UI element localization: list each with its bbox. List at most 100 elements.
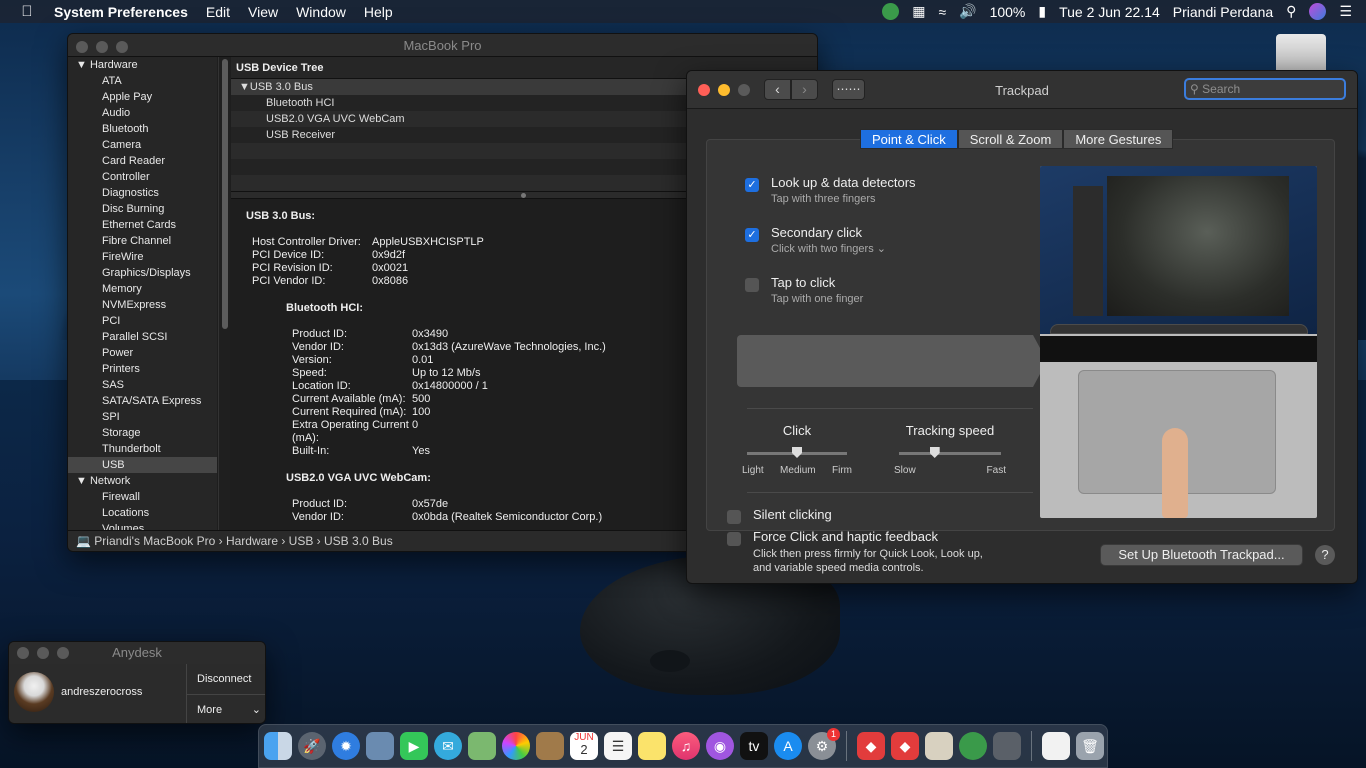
siri-icon[interactable] <box>1309 3 1327 20</box>
sidebar-item[interactable]: FireWire <box>68 249 217 265</box>
anydesk-icon[interactable]: ◆ <box>857 732 885 760</box>
sidebar-item[interactable]: Firewall <box>68 489 217 505</box>
user-name[interactable]: Priandi Perdana <box>1173 4 1273 20</box>
clock[interactable]: Tue 2 Jun 22.14 <box>1059 4 1160 20</box>
photos-icon[interactable] <box>502 732 530 760</box>
sidebar-item[interactable]: Memory <box>68 281 217 297</box>
launchpad-icon[interactable]: 🚀 <box>298 732 326 760</box>
notes-icon[interactable] <box>638 732 666 760</box>
option-subtitle-dropdown[interactable]: Click with two fingers ⌄ <box>771 241 886 257</box>
facetime-icon[interactable]: ▶ <box>400 732 428 760</box>
messages-icon[interactable]: ✉ <box>434 732 462 760</box>
menu-app-name[interactable]: System Preferences <box>54 4 197 20</box>
search-input[interactable]: ⚲ Search <box>1184 78 1346 100</box>
sidebar-item[interactable]: PCI <box>68 313 217 329</box>
option-tap-to-click[interactable]: Tap to click Tap with one finger <box>745 275 863 307</box>
click-slider[interactable]: Click Light Medium Firm <box>742 423 852 476</box>
sidebar-item[interactable]: Storage <box>68 425 217 441</box>
apple-icon[interactable]:  <box>0 3 54 20</box>
more-button[interactable]: More ⌄ <box>186 694 265 723</box>
podcasts-icon[interactable]: ◉ <box>706 732 734 760</box>
option-lookup[interactable]: ✓ Look up & data detectors Tap with three… <box>745 175 916 207</box>
minimize-button[interactable] <box>37 647 49 659</box>
sidebar-item[interactable]: USB <box>68 457 217 473</box>
sidebar-item[interactable]: Audio <box>68 105 217 121</box>
contacts-icon[interactable] <box>536 732 564 760</box>
battery-label[interactable]: 100% <box>990 4 1026 20</box>
sidebar-item[interactable]: NVMExpress <box>68 297 217 313</box>
sidebar-item[interactable]: Thunderbolt <box>68 441 217 457</box>
tab-scroll-zoom[interactable]: Scroll & Zoom <box>957 129 1064 149</box>
disclosure-triangle-icon[interactable]: ▼ <box>76 59 90 71</box>
lookup-checkbox[interactable]: ✓ <box>745 178 759 192</box>
tracking-speed-knob[interactable] <box>929 447 940 458</box>
secondary-click-checkbox[interactable]: ✓ <box>745 228 759 242</box>
disclosure-triangle-icon[interactable]: ▼ <box>76 475 90 487</box>
system-preferences-icon[interactable]: ⚙ 1 <box>808 728 840 760</box>
globe-app-icon[interactable] <box>959 732 987 760</box>
sidebar-item[interactable]: Disc Burning <box>68 201 217 217</box>
close-button[interactable] <box>76 41 88 53</box>
sidebar-item[interactable]: Printers <box>68 361 217 377</box>
disclosure-triangle-icon[interactable]: ▼ <box>239 81 250 93</box>
path-text[interactable]: Priandi's MacBook Pro › Hardware › USB ›… <box>94 534 392 548</box>
app-store-icon[interactable]: A <box>774 732 802 760</box>
battery-icon[interactable]: ▮ <box>1038 3 1046 20</box>
reminders-icon[interactable]: ☰ <box>604 732 632 760</box>
wifi-icon[interactable]: ≈ <box>938 4 946 20</box>
utility-icon[interactable] <box>993 732 1021 760</box>
menu-view[interactable]: View <box>239 4 287 20</box>
sidebar-scrollbar[interactable] <box>218 57 230 532</box>
preview-photo-icon[interactable] <box>366 732 394 760</box>
spotlight-icon[interactable]: ⚲ <box>1286 3 1296 20</box>
maps-icon[interactable] <box>468 732 496 760</box>
tap-to-click-checkbox[interactable] <box>745 278 759 292</box>
sidebar-item[interactable]: Ethernet Cards <box>68 217 217 233</box>
trash-icon[interactable]: 🗑 <box>1076 732 1104 760</box>
sidebar-item[interactable]: SATA/SATA Express <box>68 393 217 409</box>
setup-bluetooth-trackpad-button[interactable]: Set Up Bluetooth Trackpad... <box>1100 544 1303 566</box>
sidebar-item[interactable]: SAS <box>68 377 217 393</box>
sidebar-item[interactable]: Locations <box>68 505 217 521</box>
hard-disk-icon[interactable] <box>1276 34 1326 74</box>
disconnect-button[interactable]: Disconnect <box>186 664 265 694</box>
calendar-icon[interactable]: JUN 2 <box>570 732 598 760</box>
sidebar-item[interactable]: SPI <box>68 409 217 425</box>
menu-window[interactable]: Window <box>287 4 355 20</box>
notification-center-icon[interactable]: ☰ <box>1339 3 1352 20</box>
sidebar-item[interactable]: Fibre Channel <box>68 233 217 249</box>
menu-help[interactable]: Help <box>355 4 402 20</box>
tab-more-gestures[interactable]: More Gestures <box>1063 129 1174 149</box>
close-button[interactable] <box>17 647 29 659</box>
safari-icon[interactable]: ✹ <box>332 732 360 760</box>
finder-icon[interactable] <box>264 732 292 760</box>
click-slider-knob[interactable] <box>792 447 802 458</box>
anydesk-icon[interactable]: ◆ <box>891 732 919 760</box>
anydesk-status-icon[interactable] <box>882 3 900 20</box>
sidebar-group[interactable]: ▼ Hardware <box>68 57 217 73</box>
help-button[interactable]: ? <box>1315 545 1335 565</box>
option-force-click[interactable]: Force Click and haptic feedback Click th… <box>727 529 983 575</box>
silent-clicking-checkbox[interactable] <box>727 510 741 524</box>
apple-tv-icon[interactable]: tv <box>740 732 768 760</box>
sidebar-item[interactable]: Camera <box>68 137 217 153</box>
option-secondary-click[interactable]: ✓ Secondary click Click with two fingers … <box>745 225 886 257</box>
sidebar-item[interactable]: Power <box>68 345 217 361</box>
option-silent-clicking[interactable]: Silent clicking <box>727 507 832 524</box>
activity-icon[interactable]: ▦ <box>912 3 925 20</box>
tab-point-click[interactable]: Point & Click <box>860 129 958 149</box>
sidebar-item[interactable]: Diagnostics <box>68 185 217 201</box>
menu-edit[interactable]: Edit <box>197 4 239 20</box>
sidebar-item[interactable]: ATA <box>68 73 217 89</box>
tracking-speed-slider[interactable]: Tracking speed Slow Fast <box>894 423 1006 476</box>
sidebar-item[interactable]: Card Reader <box>68 153 217 169</box>
sidebar-group[interactable]: ▼ Network <box>68 473 217 489</box>
sidebar-item[interactable]: Graphics/Displays <box>68 265 217 281</box>
zoom-button[interactable] <box>116 41 128 53</box>
minimize-button[interactable] <box>96 41 108 53</box>
sidebar-item[interactable]: Apple Pay <box>68 89 217 105</box>
sidebar-item[interactable]: Parallel SCSI <box>68 329 217 345</box>
force-click-checkbox[interactable] <box>727 532 741 546</box>
zoom-button[interactable] <box>57 647 69 659</box>
music-icon[interactable]: ♫ <box>672 732 700 760</box>
